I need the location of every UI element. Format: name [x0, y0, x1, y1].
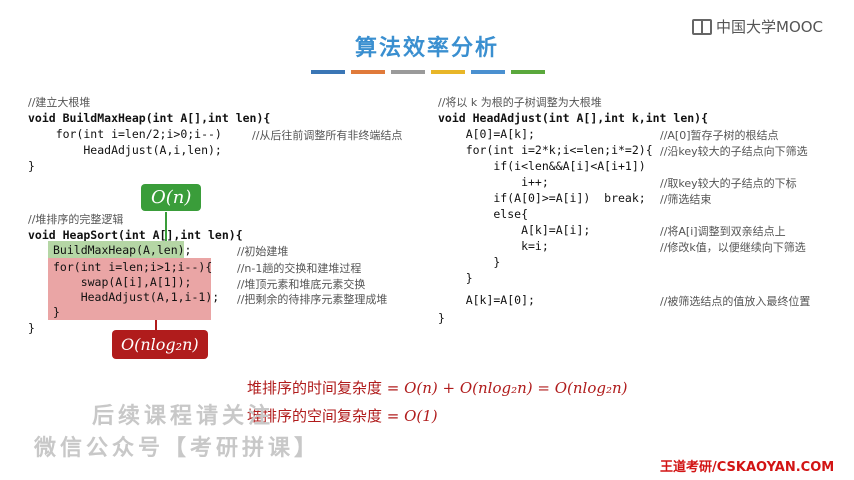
space-complexity-expression: O(1): [404, 407, 438, 425]
color-bar: [391, 70, 425, 74]
code-line: else{: [438, 207, 529, 221]
code-comment: //被筛选结点的值放入最终位置: [660, 295, 811, 308]
heap-sort-for-comment: //n-1趟的交换和建堆过程: [237, 262, 362, 275]
heap-sort-inner-close: }: [53, 305, 60, 319]
logo-text: 中国大学MOOC: [716, 18, 824, 36]
footer-brand: 王道考研/CSKAOYAN.COM: [660, 460, 835, 475]
book-icon: [692, 18, 712, 35]
build-heap-for-comment: //从后往前调整所有非终端结点: [252, 129, 403, 142]
head-adjust-comment: //将以 k 为根的子树调整为大根堆: [438, 96, 602, 109]
heap-sort-swap-comment: //堆顶元素和堆底元素交换: [237, 278, 366, 291]
build-heap-comment: //建立大根堆: [28, 96, 91, 109]
code-line: i++;: [438, 175, 549, 189]
build-heap-close: }: [28, 159, 35, 173]
code-line: }: [438, 255, 501, 269]
heap-sort-comment: //堆排序的完整逻辑: [28, 213, 124, 226]
code-line: k=i;: [438, 239, 549, 253]
code-line: }: [438, 271, 473, 285]
code-comment: //修改k值，以便继续向下筛选: [660, 241, 806, 254]
heap-sort-close: }: [28, 321, 35, 335]
heap-sort-adjust-comment: //把剩余的待排序元素整理成堆: [237, 293, 388, 306]
time-complexity-expression: O(n) + O(nlog₂n) = O(nlog₂n): [404, 379, 628, 397]
heap-sort-build-comment: //初始建堆: [237, 245, 289, 258]
code-line: A[0]=A[k];: [438, 127, 535, 141]
heap-sort-adjust: HeadAdjust(A,1,i-1);: [53, 290, 220, 304]
heap-sort-build-call: BuildMaxHeap(A,len);: [53, 243, 192, 257]
code-comment: //筛选结束: [660, 193, 712, 206]
build-heap-for: for(int i=len/2;i>0;i--): [28, 127, 222, 141]
on-complexity-bubble: O(n): [141, 184, 202, 211]
heap-sort-swap: swap(A[i],A[1]);: [53, 275, 192, 289]
color-bar: [311, 70, 345, 74]
color-bar: [511, 70, 545, 74]
time-complexity-formula: 堆排序的时间复杂度 = O(n) + O(nlog₂n) = O(nlog₂n): [247, 377, 628, 398]
build-heap-call: HeadAdjust(A,i,len);: [28, 143, 222, 157]
code-line: A[k]=A[i];: [438, 223, 591, 237]
color-bar: [431, 70, 465, 74]
code-line: for(int i=2*k;i<=len;i*=2){: [438, 143, 653, 157]
code-comment: //将A[i]调整到双亲结点上: [660, 225, 786, 238]
color-bars: [311, 70, 545, 74]
onlogn-complexity-bubble: O(nlog₂n): [112, 330, 208, 359]
build-heap-signature: void BuildMaxHeap(int A[],int len){: [28, 111, 271, 125]
time-complexity-label: 堆排序的时间复杂度 =: [247, 379, 405, 397]
code-line: A[k]=A[0];: [438, 293, 535, 307]
heap-sort-for: for(int i=len;i>1;i--){: [53, 260, 213, 274]
code-comment: //A[0]暂存子树的根结点: [660, 129, 779, 142]
color-bar: [351, 70, 385, 74]
mooc-logo: 中国大学MOOC: [692, 16, 823, 37]
color-bar: [471, 70, 505, 74]
code-line: if(A[0]>=A[i]) break;: [438, 191, 646, 205]
code-line: if(i<len&&A[i]<A[i+1]): [438, 159, 646, 173]
watermark-line-2: 微信公众号【考研拼课】: [34, 435, 321, 461]
code-line: }: [438, 311, 445, 325]
head-adjust-signature: void HeadAdjust(int A[],int k,int len){: [438, 111, 709, 125]
code-comment: //取key较大的子结点的下标: [660, 177, 797, 190]
watermark-line-1: 后续课程请关注: [92, 403, 275, 429]
space-complexity-formula: 堆排序的空间复杂度 = O(1): [247, 405, 438, 426]
code-comment: //沿key较大的子结点向下筛选: [660, 145, 808, 158]
